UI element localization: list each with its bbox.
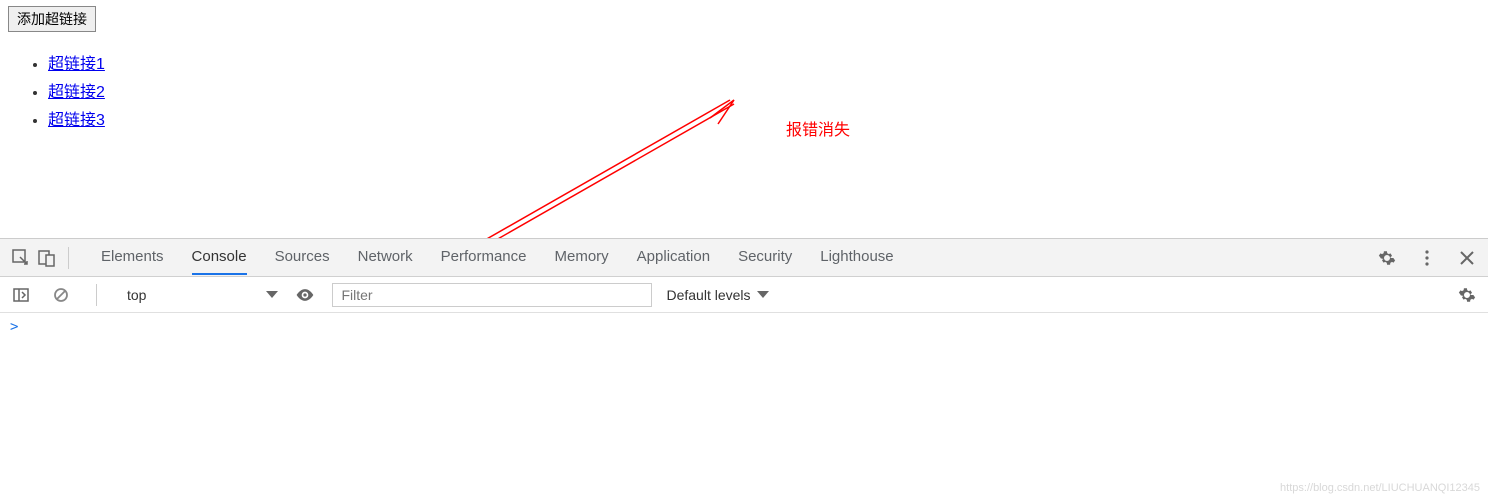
- tab-network[interactable]: Network: [358, 240, 413, 275]
- devtools-header: Elements Console Sources Network Perform…: [0, 239, 1488, 277]
- filter-input[interactable]: [332, 283, 652, 307]
- watermark: https://blog.csdn.net/LIUCHUANQI12345: [1280, 482, 1480, 494]
- tab-memory[interactable]: Memory: [555, 240, 609, 275]
- list-item: 超链接1: [48, 50, 1480, 74]
- tab-security[interactable]: Security: [738, 240, 792, 275]
- tab-elements[interactable]: Elements: [101, 240, 164, 275]
- devtools-tabs: Elements Console Sources Network Perform…: [101, 240, 1374, 275]
- page-content: 添加超链接 超链接1 超链接2 超链接3: [0, 0, 1488, 140]
- gear-icon[interactable]: [1454, 282, 1480, 308]
- annotation-text: 报错消失: [786, 116, 850, 140]
- levels-label: Default levels: [666, 287, 750, 303]
- hyperlink[interactable]: 超链接3: [48, 112, 105, 129]
- console-toolbar: top Default levels: [0, 277, 1488, 313]
- more-icon[interactable]: [1414, 245, 1440, 271]
- hyperlink[interactable]: 超链接2: [48, 84, 105, 101]
- context-selector[interactable]: top: [119, 287, 278, 303]
- tab-performance[interactable]: Performance: [441, 240, 527, 275]
- tab-sources[interactable]: Sources: [275, 240, 330, 275]
- console-prompt: >: [10, 319, 18, 335]
- add-hyperlink-button[interactable]: 添加超链接: [8, 6, 96, 32]
- gear-icon[interactable]: [1374, 245, 1400, 271]
- chevron-down-icon: [266, 291, 278, 298]
- tab-lighthouse[interactable]: Lighthouse: [820, 240, 893, 275]
- console-output[interactable]: >: [0, 313, 1488, 493]
- hyperlink[interactable]: 超链接1: [48, 56, 105, 73]
- log-levels-selector[interactable]: Default levels: [666, 287, 768, 303]
- list-item: 超链接2: [48, 78, 1480, 102]
- devtools-header-actions: [1374, 245, 1480, 271]
- divider: [96, 284, 97, 306]
- inspect-icon[interactable]: [8, 245, 34, 271]
- chevron-down-icon: [757, 291, 769, 298]
- close-icon[interactable]: [1454, 245, 1480, 271]
- clear-console-icon[interactable]: [48, 282, 74, 308]
- hyperlink-list: 超链接1 超链接2 超链接3: [48, 50, 1480, 130]
- list-item: 超链接3: [48, 106, 1480, 130]
- sidebar-toggle-icon[interactable]: [8, 282, 34, 308]
- device-toggle-icon[interactable]: [34, 245, 60, 271]
- tab-application[interactable]: Application: [637, 240, 710, 275]
- devtools-panel: Elements Console Sources Network Perform…: [0, 238, 1488, 493]
- tab-console[interactable]: Console: [192, 240, 247, 275]
- context-value: top: [127, 287, 146, 303]
- divider: [68, 247, 69, 269]
- live-expression-icon[interactable]: [292, 282, 318, 308]
